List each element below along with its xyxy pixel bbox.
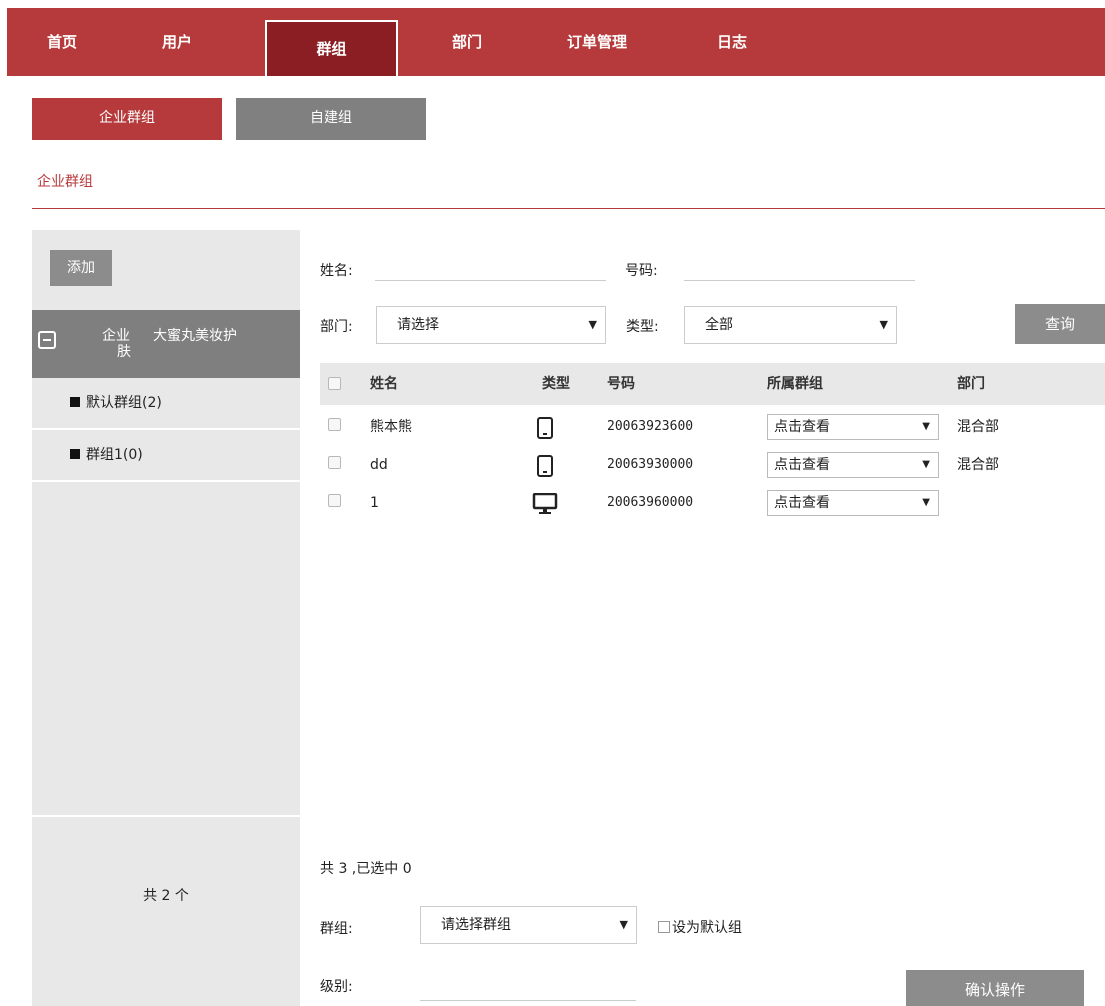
group-select[interactable]: 点击查看 ▼ [767, 452, 939, 478]
group-select[interactable]: 点击查看 ▼ [767, 490, 939, 516]
sidebar-item-default-group[interactable]: 默认群组(2) [32, 378, 300, 430]
group-count: 共 2 个 [143, 888, 189, 904]
breadcrumb: 企业群组 [37, 174, 93, 190]
group-select-footer[interactable]: 请选择群组 ▼ [420, 906, 637, 944]
number-input[interactable] [684, 253, 915, 281]
dropdown-arrow-icon: ▼ [619, 918, 628, 931]
group-label: 群组: [320, 921, 353, 937]
col-number: 号码 [607, 376, 635, 392]
desktop-icon [532, 492, 558, 530]
set-default-checkbox[interactable]: 设为默认组 [658, 917, 742, 937]
sidebar-item-label: 群组1(0) [86, 447, 143, 463]
collapse-icon[interactable] [38, 331, 56, 349]
dropdown-arrow-icon: ▼ [588, 318, 597, 331]
org-label-line1: 企业 [102, 328, 130, 344]
cell-number: 20063960000 [607, 495, 694, 510]
cell-name: 熊本熊 [370, 419, 412, 435]
name-label: 姓名: [320, 263, 353, 279]
group-select-value: 点击查看 [774, 419, 830, 435]
department-label: 部门: [320, 319, 353, 335]
cell-number: 20063930000 [607, 457, 694, 472]
group-select-value: 点击查看 [774, 457, 830, 473]
divider [32, 815, 300, 817]
checkbox-icon [658, 921, 670, 933]
type-label: 类型: [626, 319, 659, 335]
divider [32, 208, 1105, 209]
selection-summary: 共 3 ,已选中 0 [320, 861, 412, 877]
dropdown-arrow-icon: ▼ [922, 497, 930, 508]
table-row: 1 20063960000 点击查看 ▼ [320, 484, 1105, 522]
sidebar: 添加 企业 肤 大蜜丸美妆护 默认群组(2) 群组1(0) 共 2 个 [32, 230, 300, 1006]
group-select-value: 点击查看 [774, 495, 830, 511]
sidebar-item-group1[interactable]: 群组1(0) [32, 430, 300, 482]
add-button[interactable]: 添加 [50, 250, 112, 286]
bullet-square-icon [70, 397, 80, 407]
set-default-label: 设为默认组 [672, 920, 742, 936]
level-label: 级别: [320, 979, 353, 995]
confirm-button[interactable]: 确认操作 [906, 970, 1084, 1006]
level-input[interactable] [420, 973, 636, 1001]
name-input[interactable] [375, 253, 606, 281]
tab-logs[interactable]: 日志 [697, 8, 767, 76]
department-select[interactable]: 请选择 ▼ [376, 306, 606, 344]
table-row: 熊本熊 20063923600 点击查看 ▼ 混合部 [320, 408, 1105, 446]
main-panel: 姓名: 号码: 部门: 请选择 ▼ 类型: 全部 ▼ 查询 姓名 类型 号码 所属群… [300, 230, 1105, 1006]
sidebar-item-label: 默认群组(2) [86, 395, 162, 411]
group-select-footer-value: 请选择群组 [441, 917, 511, 933]
cell-name: 1 [370, 495, 379, 511]
tab-home[interactable]: 首页 [27, 8, 97, 76]
table-row: dd 20063930000 点击查看 ▼ 混合部 [320, 446, 1105, 484]
row-checkbox[interactable] [328, 418, 341, 431]
cell-name: dd [370, 457, 388, 473]
type-select-value: 全部 [705, 317, 733, 333]
cell-department: 混合部 [957, 419, 999, 435]
dropdown-arrow-icon: ▼ [922, 421, 930, 432]
org-tree-node[interactable]: 企业 肤 大蜜丸美妆护 [32, 310, 300, 378]
dropdown-arrow-icon: ▼ [879, 318, 888, 331]
query-button[interactable]: 查询 [1015, 304, 1105, 344]
tab-users[interactable]: 用户 [142, 8, 212, 76]
bullet-square-icon [70, 449, 80, 459]
cell-department: 混合部 [957, 457, 999, 473]
subtab-custom-groups[interactable]: 自建组 [236, 98, 426, 140]
group-select[interactable]: 点击查看 ▼ [767, 414, 939, 440]
department-select-value: 请选择 [397, 317, 439, 333]
select-all-checkbox[interactable] [328, 377, 341, 390]
subtab-enterprise-groups[interactable]: 企业群组 [32, 98, 222, 140]
col-name: 姓名 [370, 376, 398, 392]
top-nav: 首页 用户 群组 部门 订单管理 日志 [7, 8, 1105, 76]
col-department: 部门 [957, 376, 985, 392]
row-checkbox[interactable] [328, 494, 341, 507]
col-type: 类型 [542, 376, 570, 392]
tab-groups[interactable]: 群组 [265, 20, 398, 76]
org-label-line2: 肤 [117, 344, 131, 360]
cell-number: 20063923600 [607, 419, 694, 434]
org-name: 大蜜丸美妆护 [153, 328, 237, 344]
row-checkbox[interactable] [328, 456, 341, 469]
tab-departments[interactable]: 部门 [432, 8, 502, 76]
type-select[interactable]: 全部 ▼ [684, 306, 897, 344]
number-label: 号码: [625, 263, 658, 279]
col-group: 所属群组 [767, 376, 823, 392]
table-header: 姓名 类型 号码 所属群组 部门 [320, 363, 1105, 405]
tab-orders[interactable]: 订单管理 [552, 8, 642, 76]
dropdown-arrow-icon: ▼ [922, 459, 930, 470]
